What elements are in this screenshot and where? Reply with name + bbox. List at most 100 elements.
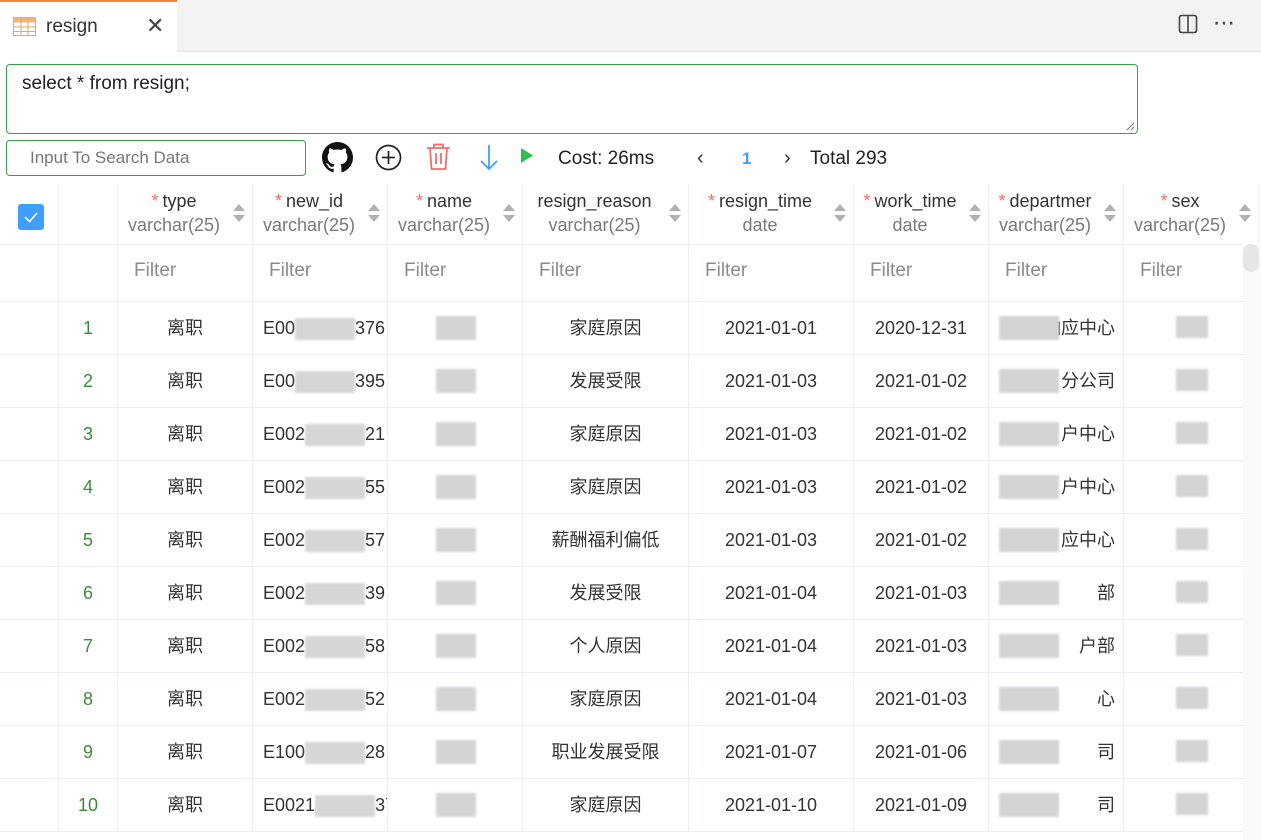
cell-sex[interactable]	[1124, 461, 1244, 513]
cell-resign-reason[interactable]: 发展受限	[523, 567, 689, 619]
row-select-cell[interactable]	[0, 620, 59, 672]
column-header-1[interactable]: * new_id varchar(25)	[253, 184, 388, 244]
cell-type[interactable]: 离职	[118, 673, 253, 725]
cell-work-time[interactable]: 2021-01-02	[854, 355, 989, 407]
cell-name[interactable]	[388, 514, 523, 566]
filter-input[interactable]: Filter	[388, 245, 523, 301]
cell-resign-reason[interactable]: 家庭原因	[523, 779, 689, 831]
split-editor-icon[interactable]	[1178, 14, 1198, 34]
cell-new-id[interactable]: E0021 375	[253, 779, 388, 831]
table-row[interactable]: 2 离职 E00 395 发展受限 2021-01-03 2021-01-02 分公司	[0, 355, 1244, 408]
filter-input[interactable]: Filter	[854, 245, 989, 301]
cell-type[interactable]: 离职	[118, 726, 253, 778]
cell-resign-time[interactable]: 2021-01-07	[689, 726, 854, 778]
cell-new-id[interactable]: E002 39	[253, 567, 388, 619]
delete-icon[interactable]	[425, 142, 452, 171]
row-select-cell[interactable]	[0, 461, 59, 513]
cell-name[interactable]	[388, 302, 523, 354]
run-query-icon[interactable]	[520, 147, 534, 164]
cell-name[interactable]	[388, 620, 523, 672]
cell-work-time[interactable]: 2021-01-02	[854, 408, 989, 460]
cell-resign-reason[interactable]: 家庭原因	[523, 461, 689, 513]
cell-sex[interactable]	[1124, 514, 1244, 566]
cell-resign-time[interactable]: 2021-01-04	[689, 673, 854, 725]
cell-new-id[interactable]: E00 395	[253, 355, 388, 407]
table-row[interactable]: 4 离职 E002 55 家庭原因 2021-01-03 2021-01-02 户中心	[0, 461, 1244, 514]
cell-department[interactable]: 响应中心	[989, 302, 1124, 354]
cell-new-id[interactable]: E002 21	[253, 408, 388, 460]
cell-type[interactable]: 离职	[118, 461, 253, 513]
more-actions-icon[interactable]: ⋯	[1213, 10, 1236, 36]
cell-department[interactable]: 司	[989, 726, 1124, 778]
close-icon[interactable]: ✕	[146, 14, 164, 38]
cell-name[interactable]	[388, 461, 523, 513]
row-select-cell[interactable]	[0, 408, 59, 460]
cell-new-id[interactable]: E002 52	[253, 673, 388, 725]
scrollbar-thumb[interactable]	[1243, 244, 1259, 272]
sort-icon[interactable]	[1103, 202, 1117, 224]
vertical-scrollbar[interactable]	[1243, 244, 1261, 840]
sql-editor[interactable]: select * from resign;	[6, 64, 1138, 134]
row-select-cell[interactable]	[0, 355, 59, 407]
row-select-cell[interactable]	[0, 514, 59, 566]
cell-name[interactable]	[388, 355, 523, 407]
cell-resign-time[interactable]: 2021-01-04	[689, 567, 854, 619]
cell-resign-time[interactable]: 2021-01-03	[689, 461, 854, 513]
table-row[interactable]: 3 离职 E002 21 家庭原因 2021-01-03 2021-01-02 户中心	[0, 408, 1244, 461]
cell-resign-time[interactable]: 2021-01-01	[689, 302, 854, 354]
filter-input[interactable]: Filter	[689, 245, 854, 301]
cell-resign-reason[interactable]: 家庭原因	[523, 302, 689, 354]
cell-new-id[interactable]: E002 55	[253, 461, 388, 513]
cell-resign-time[interactable]: 2021-01-03	[689, 408, 854, 460]
table-row[interactable]: 10离职 E0021 375 家庭原因2021-01-102021-01-09 司	[0, 779, 1244, 832]
cell-sex[interactable]	[1124, 779, 1244, 831]
cell-name[interactable]	[388, 779, 523, 831]
cell-work-time[interactable]: 2021-01-03	[854, 620, 989, 672]
cell-resign-time[interactable]: 2021-01-10	[689, 779, 854, 831]
cell-sex[interactable]	[1124, 355, 1244, 407]
cell-work-time[interactable]: 2021-01-02	[854, 461, 989, 513]
cell-new-id[interactable]: E002 57	[253, 514, 388, 566]
row-select-cell[interactable]	[0, 567, 59, 619]
cell-department[interactable]: 分公司	[989, 355, 1124, 407]
search-field[interactable]	[6, 140, 306, 176]
cell-resign-time[interactable]: 2021-01-03	[689, 355, 854, 407]
cell-work-time[interactable]: 2021-01-02	[854, 514, 989, 566]
cell-department[interactable]: 户部	[989, 620, 1124, 672]
table-row[interactable]: 6 离职 E002 39 发展受限 2021-01-04 2021-01-03 部	[0, 567, 1244, 620]
cell-sex[interactable]	[1124, 620, 1244, 672]
cell-sex[interactable]	[1124, 673, 1244, 725]
cell-sex[interactable]	[1124, 302, 1244, 354]
sort-icon[interactable]	[502, 202, 516, 224]
prev-page-button[interactable]: ‹	[697, 147, 704, 170]
column-header-7[interactable]: * sex varchar(25)	[1124, 184, 1259, 244]
cell-department[interactable]: 司	[989, 779, 1124, 831]
cell-resign-reason[interactable]: 薪酬福利偏低	[523, 514, 689, 566]
table-row[interactable]: 1 离职 E00 376 家庭原因 2021-01-01 2020-12-31 响应中心	[0, 302, 1244, 355]
cell-department[interactable]: 户中心	[989, 408, 1124, 460]
github-icon[interactable]	[322, 142, 353, 173]
column-header-5[interactable]: * work_time date	[854, 184, 989, 244]
cell-resign-reason[interactable]: 发展受限	[523, 355, 689, 407]
search-input[interactable]	[7, 141, 303, 175]
cell-name[interactable]	[388, 567, 523, 619]
filter-input[interactable]: Filter	[1124, 245, 1259, 301]
export-down-arrow-icon[interactable]	[479, 144, 499, 171]
resize-grip-icon[interactable]	[1125, 121, 1135, 131]
filter-input[interactable]: Filter	[118, 245, 253, 301]
cell-type[interactable]: 离职	[118, 779, 253, 831]
table-row[interactable]: 5 离职 E002 57 薪酬福利偏低 2021-01-03 2021-01-02 应中心	[0, 514, 1244, 567]
cell-type[interactable]: 离职	[118, 408, 253, 460]
cell-resign-reason[interactable]: 家庭原因	[523, 673, 689, 725]
table-row[interactable]: 7 离职 E002 58 个人原因 2021-01-04 2021-01-03 户部	[0, 620, 1244, 673]
column-header-2[interactable]: * name varchar(25)	[388, 184, 523, 244]
cell-new-id[interactable]: E00 376	[253, 302, 388, 354]
sort-icon[interactable]	[367, 202, 381, 224]
cell-department[interactable]: 部	[989, 567, 1124, 619]
cell-type[interactable]: 离职	[118, 514, 253, 566]
cell-department[interactable]: 应中心	[989, 514, 1124, 566]
row-select-cell[interactable]	[0, 779, 59, 831]
cell-department[interactable]: 户中心	[989, 461, 1124, 513]
cell-resign-reason[interactable]: 职业发展受限	[523, 726, 689, 778]
sort-icon[interactable]	[968, 202, 982, 224]
